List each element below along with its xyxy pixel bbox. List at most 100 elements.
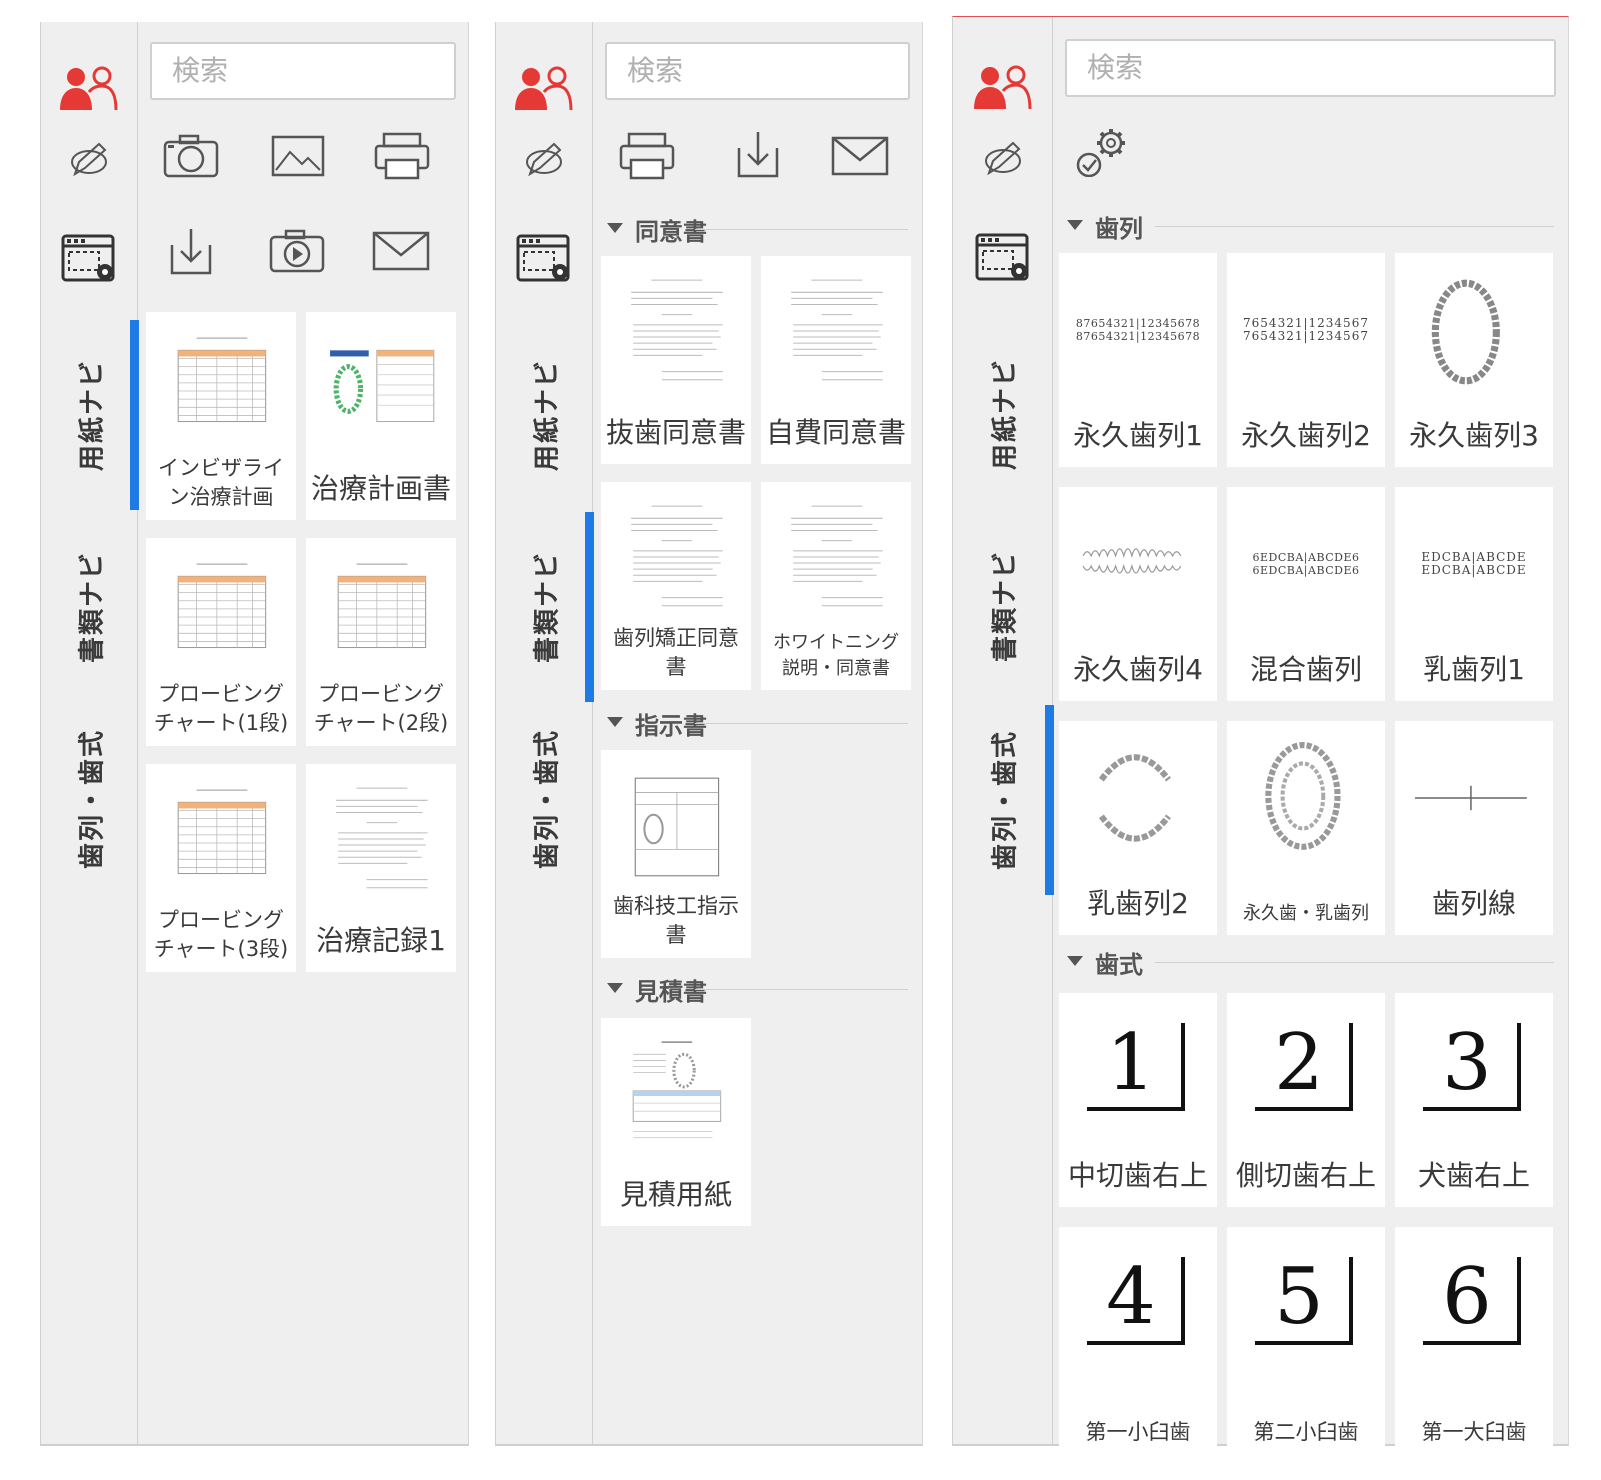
- document-tile[interactable]: 抜歯同意書: [601, 256, 751, 464]
- document-tile[interactable]: ホワイトニング説明・同意書: [761, 482, 911, 690]
- formula-tile[interactable]: 2 側切歯右上: [1227, 993, 1385, 1207]
- tile-label: プロービングチャート(2段): [313, 682, 449, 735]
- tooth-number: 4: [1106, 1252, 1156, 1342]
- formula-tile[interactable]: 3 犬歯右上: [1395, 993, 1553, 1207]
- quadrant-horizontal-line: [1423, 1107, 1521, 1111]
- dentition-tile[interactable]: 7654321|1234567 7654321|1234567 永久歯列2: [1227, 253, 1385, 467]
- tab-document-navi[interactable]: 書類ナビ: [953, 511, 1053, 701]
- paper-tile[interactable]: 治療計画書: [306, 312, 456, 520]
- window-settings-icon[interactable]: [61, 234, 117, 284]
- tab-dentition-formula[interactable]: 歯列・歯式: [953, 705, 1054, 895]
- section-instruction[interactable]: 指示書: [607, 708, 908, 740]
- tile-label: 永久歯列1: [1073, 419, 1203, 452]
- collapse-triangle-icon: [607, 223, 623, 233]
- dentition-tile[interactable]: 永久歯列4: [1059, 487, 1217, 701]
- tile-label: 第一小臼歯: [1085, 1420, 1191, 1444]
- pen-hide-icon[interactable]: [524, 140, 564, 178]
- paper-tile[interactable]: プロービングチャート(3段): [146, 764, 296, 972]
- tab-document-navi[interactable]: 書類ナビ: [41, 512, 138, 702]
- dentition-tile[interactable]: 乳歯列2: [1059, 721, 1217, 935]
- tooth-code: 7654321|1234567 7654321|1234567: [1237, 317, 1375, 343]
- chart-thumbnail: [166, 556, 278, 676]
- formula-tile[interactable]: 4 第一小臼歯: [1059, 1227, 1217, 1447]
- video-camera-icon[interactable]: [268, 227, 328, 277]
- collapse-triangle-icon: [607, 983, 623, 993]
- tooth-number-glyph: 5: [1255, 1253, 1357, 1357]
- tab-paper-navi[interactable]: 用紙ナビ: [953, 319, 1053, 509]
- section-estimate[interactable]: 見積書: [607, 974, 908, 1006]
- window-settings-icon[interactable]: [516, 234, 572, 284]
- settings-check-icon[interactable]: [1075, 127, 1135, 177]
- download-icon[interactable]: [166, 227, 226, 277]
- users-icon[interactable]: [513, 64, 575, 114]
- estimate-thumbnail: [621, 1036, 733, 1156]
- mail-icon[interactable]: [831, 132, 891, 182]
- panel-document-navi: 用紙ナビ 書類ナビ 歯列・歯式 同意書 抜歯同意書 自費同意書 歯列矯正同意書 …: [495, 22, 923, 1446]
- tooth-code: EDCBA|ABCDE EDCBA|ABCDE: [1405, 551, 1543, 577]
- quadrant-horizontal-line: [1255, 1107, 1353, 1111]
- print-icon[interactable]: [374, 132, 434, 182]
- search-input[interactable]: [1065, 39, 1556, 97]
- mail-icon[interactable]: [372, 227, 432, 277]
- tab-label: 書類ナビ: [77, 550, 107, 664]
- users-icon[interactable]: [58, 64, 120, 114]
- pen-hide-icon[interactable]: [983, 139, 1023, 177]
- tile-label: 歯列線: [1431, 887, 1516, 920]
- tile-label: 混合歯列: [1249, 653, 1362, 686]
- tooth-number-glyph: 3: [1423, 1019, 1525, 1123]
- tile-label: 永久歯列2: [1241, 419, 1371, 452]
- section-title: 歯式: [1095, 951, 1143, 979]
- paper-tile[interactable]: プロービングチャート(2段): [306, 538, 456, 746]
- tab-dentition-formula[interactable]: 歯列・歯式: [496, 704, 593, 894]
- dentition-tile[interactable]: EDCBA|ABCDE EDCBA|ABCDE 乳歯列1: [1395, 487, 1553, 701]
- dentition-tile[interactable]: 歯列線: [1395, 721, 1553, 935]
- tab-paper-navi[interactable]: 用紙ナビ: [41, 320, 139, 510]
- quadrant-vertical-line: [1517, 1257, 1521, 1345]
- dentition-tile[interactable]: 永久歯列3: [1395, 253, 1553, 467]
- side-rail: 用紙ナビ 書類ナビ 歯列・歯式: [953, 17, 1054, 1444]
- window-settings-icon[interactable]: [975, 233, 1031, 283]
- tooth-number: 3: [1442, 1018, 1492, 1108]
- tab-dentition-formula[interactable]: 歯列・歯式: [41, 704, 138, 894]
- section-formula[interactable]: 歯式: [1067, 947, 1554, 979]
- quadrant-horizontal-line: [1087, 1341, 1185, 1345]
- dentition-tile[interactable]: 永久歯・乳歯列: [1227, 721, 1385, 935]
- pen-hide-icon[interactable]: [69, 140, 109, 178]
- document-tile[interactable]: 歯科技工指示書: [601, 750, 751, 958]
- formula-tile[interactable]: 6 第一大臼歯: [1395, 1227, 1553, 1447]
- paper-tile[interactable]: プロービングチャート(1段): [146, 538, 296, 746]
- image-icon[interactable]: [270, 132, 330, 182]
- download-icon[interactable]: [733, 130, 793, 180]
- dentition-tile[interactable]: 6EDCBA|ABCDE6 6EDCBA|ABCDE6 混合歯列: [1227, 487, 1385, 701]
- paper-tile[interactable]: 治療記録1: [306, 764, 456, 972]
- dentition-content: 歯列 87654321|1234567887654321|12345678 永久…: [1053, 17, 1568, 1447]
- tile-label: 中切歯右上: [1067, 1159, 1208, 1192]
- formula-tile[interactable]: 5 第二小臼歯: [1227, 1227, 1385, 1447]
- tooth-code-lower: EDCBA|ABCDE: [1421, 563, 1527, 577]
- formula-tile[interactable]: 1 中切歯右上: [1059, 993, 1217, 1207]
- dentition-tile[interactable]: 87654321|12345678 87654321|12345678 永久歯列1: [1059, 253, 1217, 467]
- tooth-number: 1: [1106, 1018, 1156, 1108]
- paper-tile[interactable]: インビザライン治療計画: [146, 312, 296, 520]
- divider: [1155, 226, 1554, 227]
- tile-label: 抜歯同意書: [605, 416, 746, 449]
- tooth-number-glyph: 6: [1423, 1253, 1525, 1357]
- tooth-code-lower: 6EDCBA|ABCDE6: [1252, 564, 1360, 577]
- document-tile[interactable]: 見積用紙: [601, 1018, 751, 1226]
- tab-paper-navi[interactable]: 用紙ナビ: [496, 320, 593, 510]
- document-tile[interactable]: 歯列矯正同意書: [601, 482, 751, 690]
- tile-label: 第一大臼歯: [1421, 1420, 1527, 1444]
- print-icon[interactable]: [619, 132, 679, 182]
- table-thumbnail: [166, 330, 278, 450]
- document-tile[interactable]: 自費同意書: [761, 256, 911, 464]
- tile-label: 歯列矯正同意書: [613, 626, 739, 679]
- search-input[interactable]: [150, 42, 456, 100]
- section-dentition[interactable]: 歯列: [1067, 211, 1554, 243]
- users-icon[interactable]: [972, 63, 1034, 113]
- camera-icon[interactable]: [162, 132, 222, 182]
- section-consent[interactable]: 同意書: [607, 214, 908, 246]
- search-input[interactable]: [605, 42, 910, 100]
- tooth-code-upper: 87654321|12345678: [1075, 317, 1201, 330]
- tab-label: 歯列・歯式: [77, 728, 107, 870]
- tab-document-navi[interactable]: 書類ナビ: [496, 512, 594, 702]
